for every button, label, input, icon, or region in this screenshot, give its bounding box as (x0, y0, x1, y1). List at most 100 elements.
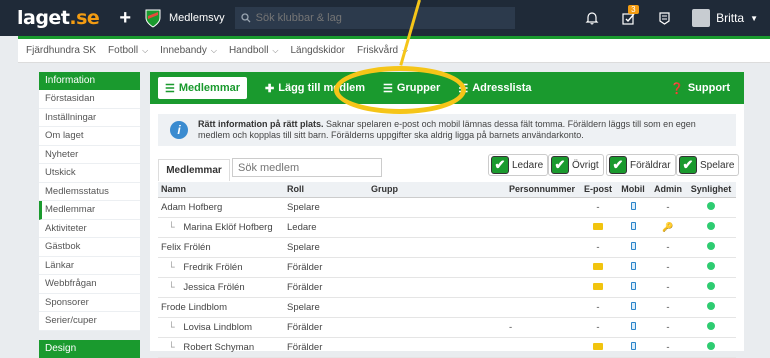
member-admin[interactable]: - (650, 237, 686, 258)
team-nav-fotboll[interactable]: Fotboll ⌵ (104, 45, 152, 56)
table-row[interactable]: Adam Hofberg Spelare - - (158, 197, 736, 218)
member-mobile[interactable] (616, 277, 650, 298)
address-list-button[interactable]: ☰ Adresslista (458, 82, 531, 95)
member-name[interactable]: Robert Schyman (158, 337, 284, 358)
col-group[interactable]: Grupp (368, 182, 506, 198)
user-menu[interactable]: Britta ▼ (692, 9, 758, 27)
member-admin[interactable]: - (650, 197, 686, 218)
messages-icon[interactable] (646, 11, 682, 25)
member-mobile[interactable] (616, 217, 650, 238)
col-email[interactable]: E-post (580, 182, 616, 198)
member-email[interactable]: - (580, 317, 616, 338)
sidebar-item-medlemsstatus[interactable]: Medlemsstatus (39, 182, 140, 201)
table-row[interactable]: Lovisa LindblomFörälder--- (158, 317, 736, 338)
sidebar-item-forstasidan[interactable]: Förstasidan (39, 90, 140, 109)
filter-spelare[interactable]: ✔ Spelare (676, 154, 740, 176)
member-visibility[interactable] (686, 197, 736, 218)
col-role[interactable]: Roll (284, 182, 368, 198)
member-email[interactable] (580, 337, 616, 358)
member-mobile[interactable] (616, 337, 650, 358)
sidebar-item-om-laget[interactable]: Om laget (39, 127, 140, 146)
member-email[interactable] (580, 277, 616, 298)
sidebar-item-nyheter[interactable]: Nyheter (39, 145, 140, 164)
member-email[interactable]: - (580, 297, 616, 318)
member-visibility[interactable] (686, 277, 736, 298)
club-selector[interactable]: Medlemsvy (143, 8, 225, 28)
member-admin[interactable]: - (650, 257, 686, 278)
col-name[interactable]: Namn (158, 182, 284, 198)
member-email[interactable] (580, 217, 616, 238)
member-search-input[interactable] (232, 158, 382, 177)
member-pnr: - (506, 317, 580, 338)
phone-icon (630, 301, 636, 310)
member-admin[interactable]: - (650, 317, 686, 338)
member-email[interactable]: - (580, 237, 616, 258)
global-search-input[interactable] (255, 12, 496, 24)
sidebar-item-gastbok[interactable]: Gästbok (39, 238, 140, 257)
support-link[interactable]: ❓ Support (670, 82, 730, 95)
member-mobile[interactable] (616, 317, 650, 338)
member-visibility[interactable] (686, 217, 736, 238)
sidebar-item-installningar[interactable]: Inställningar (39, 108, 140, 127)
sidebar-item-lankar[interactable]: Länkar (39, 256, 140, 275)
list-icon: ☰ (165, 82, 175, 95)
team-nav-handboll[interactable]: Handboll ⌵ (225, 45, 283, 56)
member-visibility[interactable] (686, 237, 736, 258)
table-row[interactable]: Marina Eklöf HofbergLedare 🔑 (158, 217, 736, 238)
col-visibility[interactable]: Synlighet (686, 182, 736, 198)
member-visibility[interactable] (686, 317, 736, 338)
table-row[interactable]: Fredrik FrölénFörälder - (158, 257, 736, 278)
sidebar-item-serier-cuper[interactable]: Serier/cuper (39, 312, 140, 331)
sidebar-item-utskick[interactable]: Utskick (39, 164, 140, 183)
member-visibility[interactable] (686, 297, 736, 318)
table-row[interactable]: Frode Lindblom Spelare - - (158, 297, 736, 318)
sidebar-section-information[interactable]: Information (39, 72, 140, 90)
tab-members[interactable]: Medlemmar (158, 159, 230, 181)
member-admin[interactable]: - (650, 277, 686, 298)
checklist-icon[interactable]: 3 (610, 4, 646, 26)
member-admin[interactable]: 🔑 (650, 217, 686, 238)
member-name[interactable]: Adam Hofberg (158, 197, 284, 218)
member-name[interactable]: Frode Lindblom (158, 297, 284, 318)
team-nav-club[interactable]: Fjärdhundra SK (22, 45, 100, 56)
member-mobile[interactable] (616, 197, 650, 218)
member-pnr (506, 217, 580, 238)
team-nav-langdskidor[interactable]: Längdskidor (287, 45, 349, 56)
member-group (368, 257, 506, 278)
member-pnr (506, 257, 580, 278)
sidebar-item-aktiviteter[interactable]: Aktiviteter (39, 219, 140, 238)
col-admin[interactable]: Admin (650, 182, 686, 198)
table-row[interactable]: Robert SchymanFörälder - (158, 337, 736, 358)
member-email[interactable]: - (580, 197, 616, 218)
member-name[interactable]: Marina Eklöf Hofberg (158, 217, 284, 238)
table-row[interactable]: Felix Frölén Spelare - - (158, 237, 736, 258)
team-nav-innebandy[interactable]: Innebandy ⌵ (156, 45, 221, 56)
filter-foraldrar[interactable]: ✔ Föräldrar (606, 154, 676, 176)
col-pnr[interactable]: Personnummer (506, 182, 580, 198)
member-name[interactable]: Jessica Frölén (158, 277, 284, 298)
laget-logo[interactable]: laget.se (17, 7, 100, 29)
filter-ovrigt[interactable]: ✔ Övrigt (548, 154, 604, 176)
member-visibility[interactable] (686, 337, 736, 358)
member-name[interactable]: Fredrik Frölén (158, 257, 284, 278)
table-row[interactable]: Jessica FrölénFörälder - (158, 277, 736, 298)
col-mobile[interactable]: Mobil (616, 182, 650, 198)
bell-icon[interactable] (574, 11, 610, 25)
member-mobile[interactable] (616, 257, 650, 278)
member-admin[interactable]: - (650, 337, 686, 358)
member-admin[interactable]: - (650, 297, 686, 318)
sidebar-section-design[interactable]: Design (39, 339, 140, 358)
member-email[interactable] (580, 257, 616, 278)
sidebar-item-webbfragan[interactable]: Webbfrågan (39, 275, 140, 294)
member-mobile[interactable] (616, 237, 650, 258)
sidebar-item-medlemmar[interactable]: Medlemmar (39, 201, 140, 220)
sidebar-item-sponsorer[interactable]: Sponsorer (39, 293, 140, 312)
member-name[interactable]: Felix Frölén (158, 237, 284, 258)
member-mobile[interactable] (616, 297, 650, 318)
members-button[interactable]: ☰ Medlemmar (158, 77, 248, 99)
member-name[interactable]: Lovisa Lindblom (158, 317, 284, 338)
global-search[interactable] (234, 7, 515, 29)
add-icon[interactable]: + (119, 7, 131, 30)
filter-ledare[interactable]: ✔ Ledare (488, 154, 549, 176)
member-visibility[interactable] (686, 257, 736, 278)
